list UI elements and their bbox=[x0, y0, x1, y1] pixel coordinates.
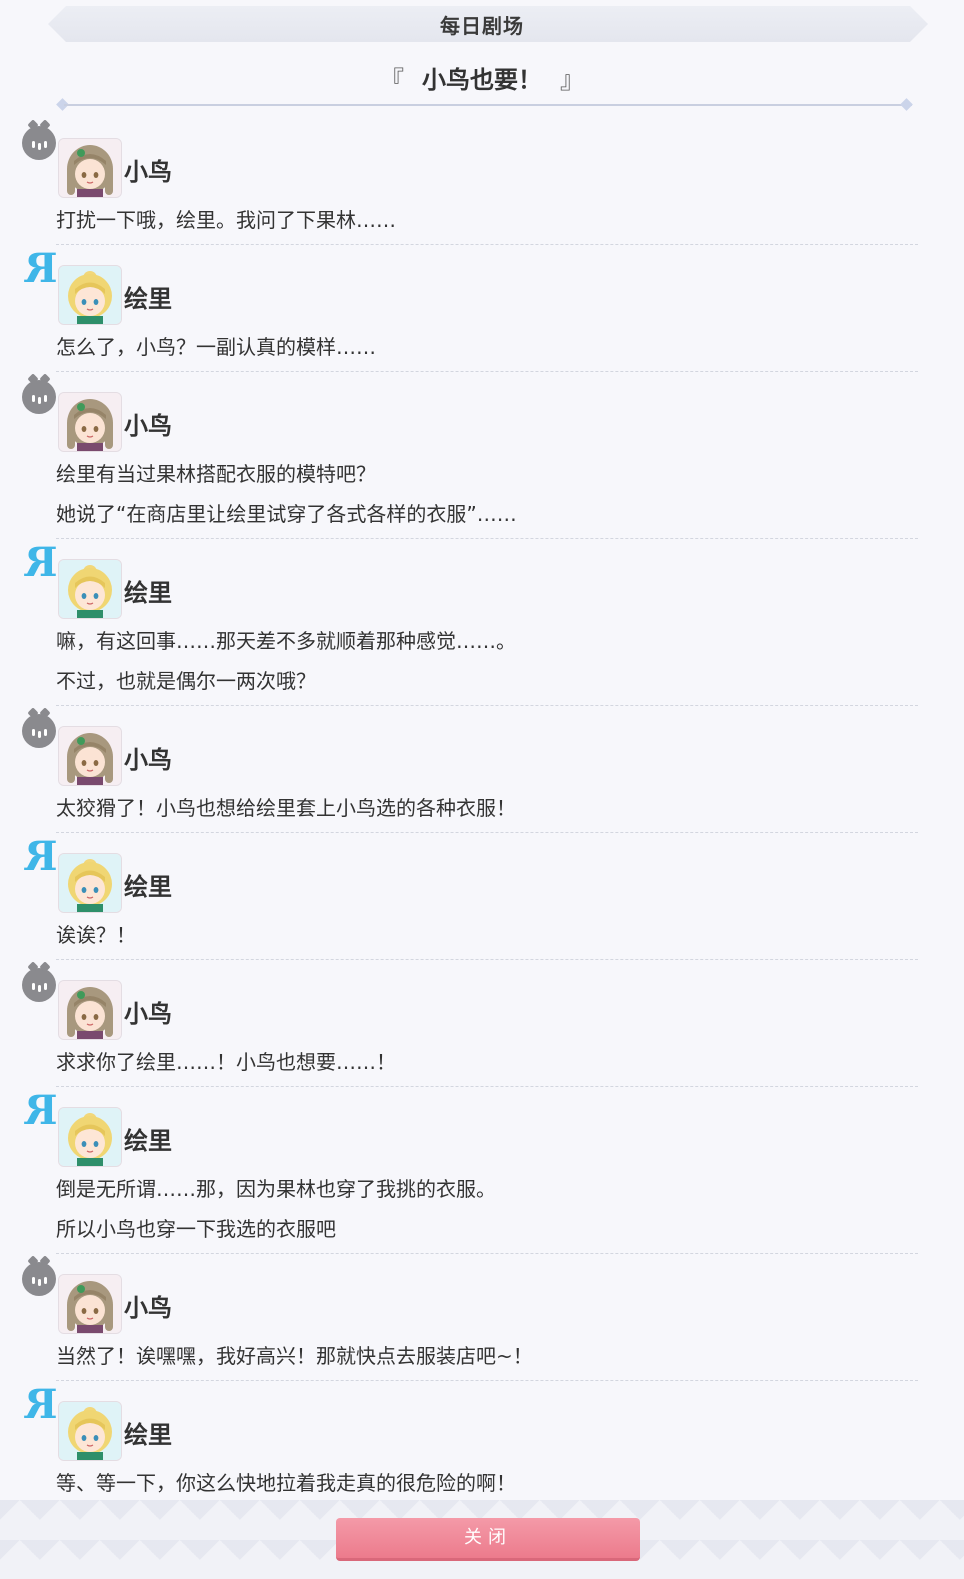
eli-avatar bbox=[58, 1401, 122, 1461]
dialogue-line: 打扰一下哦，绘里。我问了下果林…… bbox=[56, 208, 396, 232]
title-rule bbox=[64, 104, 912, 106]
eli-avatar bbox=[58, 853, 122, 913]
episode-title: 『小鸟也要！ 』 bbox=[0, 60, 964, 95]
dialogue-line: 怎么了，小鸟？一副认真的模样…… bbox=[56, 335, 376, 359]
speaker-row: 小鸟 bbox=[0, 706, 964, 786]
kotori-avatar bbox=[58, 726, 122, 786]
dialogue-line: 所以小鸟也穿一下我选的衣服吧 bbox=[56, 1217, 336, 1241]
speaker-row: R 绘里 bbox=[0, 539, 964, 619]
dialogue-line: 绘里有当过果林搭配衣服的模特吧？ bbox=[56, 462, 376, 486]
lily-white-icon: R bbox=[24, 245, 58, 292]
speaker-row: R 绘里 bbox=[0, 1087, 964, 1167]
bibi-icon bbox=[22, 968, 56, 1002]
eli-avatar bbox=[58, 1107, 122, 1167]
dialogue-entry: 小鸟打扰一下哦，绘里。我问了下果林…… bbox=[0, 118, 964, 245]
dialogue-line: 当然了！诶嘿嘿，我好高兴！那就快点去服装店吧~！ bbox=[56, 1344, 533, 1368]
speaker-name: 绘里 bbox=[124, 579, 172, 607]
kotori-avatar bbox=[58, 392, 122, 452]
kotori-avatar bbox=[58, 1274, 122, 1334]
bibi-icon bbox=[22, 126, 56, 160]
eli-avatar bbox=[58, 559, 122, 619]
speaker-row: 小鸟 bbox=[0, 372, 964, 452]
header-title: 每日剧场 bbox=[440, 14, 524, 38]
kotori-avatar bbox=[58, 980, 122, 1040]
bibi-icon bbox=[22, 380, 56, 414]
dialogue-entry: R 绘里倒是无所谓……那，因为果林也穿了我挑的衣服。 所以小鸟也穿一下我选的衣服吧 bbox=[0, 1087, 964, 1254]
lily-white-icon: R bbox=[24, 1087, 58, 1134]
dialogue-lines: 等、等一下，你这么快地拉着我走真的很危险的啊！ bbox=[0, 1457, 964, 1503]
dialogue-line: 求求你了绘里……！小鸟也想要……！ bbox=[56, 1050, 396, 1074]
speaker-name: 小鸟 bbox=[124, 412, 172, 440]
lily-white-icon: R bbox=[24, 539, 58, 586]
dialogue-list[interactable]: 小鸟 打扰一下哦，绘里。我问了下果林…… R 绘里 怎么了，小鸟？一副认真的模样…… 小鸟… bbox=[0, 118, 964, 1508]
speaker-name: 绘里 bbox=[124, 873, 172, 901]
title-close-bracket: 』 bbox=[560, 66, 584, 94]
close-button[interactable]: 关闭 bbox=[336, 1518, 640, 1561]
dialogue-entry: 小鸟太狡猾了！小鸟也想给绘里套上小鸟选的各种衣服！ bbox=[0, 706, 964, 833]
dialogue-line: 等、等一下，你这么快地拉着我走真的很危险的啊！ bbox=[56, 1471, 516, 1495]
bibi-icon bbox=[22, 714, 56, 748]
speaker-name: 小鸟 bbox=[124, 1294, 172, 1322]
speaker-row: R 绘里 bbox=[0, 833, 964, 913]
dialogue-entry: R 绘里等、等一下，你这么快地拉着我走真的很危险的啊！ bbox=[0, 1381, 964, 1508]
kotori-avatar bbox=[58, 138, 122, 198]
speaker-name: 绘里 bbox=[124, 1421, 172, 1449]
dialogue-entry: 小鸟求求你了绘里……！小鸟也想要……！ bbox=[0, 960, 964, 1087]
speaker-row: R 绘里 bbox=[0, 1381, 964, 1461]
dialogue-lines: 嘛，有这回事……那天差不多就顺着那种感觉……。 不过，也就是偶尔一两次哦？ bbox=[0, 615, 964, 701]
dialogue-lines: 诶诶？！ bbox=[0, 909, 964, 955]
speaker-row: 小鸟 bbox=[0, 118, 964, 198]
speaker-row: 小鸟 bbox=[0, 1254, 964, 1334]
dialogue-lines: 绘里有当过果林搭配衣服的模特吧？ 她说了“在商店里让绘里试穿了各式各样的衣服”…… bbox=[0, 448, 964, 534]
dialogue-entry: 小鸟绘里有当过果林搭配衣服的模特吧？ 她说了“在商店里让绘里试穿了各式各样的衣服”… bbox=[0, 372, 964, 539]
speaker-name: 小鸟 bbox=[124, 158, 172, 186]
speaker-name: 绘里 bbox=[124, 285, 172, 313]
dialogue-lines: 当然了！诶嘿嘿，我好高兴！那就快点去服装店吧~！ bbox=[0, 1330, 964, 1376]
dialogue-entry: R 绘里怎么了，小鸟？一副认真的模样…… bbox=[0, 245, 964, 372]
eli-avatar bbox=[58, 265, 122, 325]
dialogue-lines: 求求你了绘里……！小鸟也想要……！ bbox=[0, 1036, 964, 1082]
dialogue-line: 太狡猾了！小鸟也想给绘里套上小鸟选的各种衣服！ bbox=[56, 796, 516, 820]
bibi-icon bbox=[22, 1262, 56, 1296]
dialogue-lines: 怎么了，小鸟？一副认真的模样…… bbox=[0, 321, 964, 367]
dialogue-entry: R 绘里嘛，有这回事……那天差不多就顺着那种感觉……。 不过，也就是偶尔一两次哦？ bbox=[0, 539, 964, 706]
dialogue-lines: 太狡猾了！小鸟也想给绘里套上小鸟选的各种衣服！ bbox=[0, 782, 964, 828]
dialogue-entry: R 绘里诶诶？！ bbox=[0, 833, 964, 960]
dialogue-entry: 小鸟当然了！诶嘿嘿，我好高兴！那就快点去服装店吧~！ bbox=[0, 1254, 964, 1381]
title-open-bracket: 『 bbox=[380, 66, 404, 94]
title-rule-diamond-right bbox=[900, 98, 913, 111]
dialogue-lines: 打扰一下哦，绘里。我问了下果林…… bbox=[0, 194, 964, 240]
dialogue-line: 倒是无所谓……那，因为果林也穿了我挑的衣服。 bbox=[56, 1177, 496, 1201]
speaker-row: 小鸟 bbox=[0, 960, 964, 1040]
dialogue-lines: 倒是无所谓……那，因为果林也穿了我挑的衣服。 所以小鸟也穿一下我选的衣服吧 bbox=[0, 1163, 964, 1249]
dialogue-line: 她说了“在商店里让绘里试穿了各式各样的衣服”…… bbox=[56, 502, 517, 526]
lily-white-icon: R bbox=[24, 1381, 58, 1428]
speaker-name: 小鸟 bbox=[124, 1000, 172, 1028]
dialogue-line: 不过，也就是偶尔一两次哦？ bbox=[56, 669, 316, 693]
speaker-name: 绘里 bbox=[124, 1127, 172, 1155]
speaker-name: 小鸟 bbox=[124, 746, 172, 774]
lily-white-icon: R bbox=[24, 833, 58, 880]
speaker-row: R 绘里 bbox=[0, 245, 964, 325]
dialogue-line: 诶诶？！ bbox=[56, 923, 136, 947]
episode-title-text: 小鸟也要！ bbox=[422, 66, 542, 94]
dialogue-line: 嘛，有这回事……那天差不多就顺着那种感觉……。 bbox=[56, 629, 516, 653]
